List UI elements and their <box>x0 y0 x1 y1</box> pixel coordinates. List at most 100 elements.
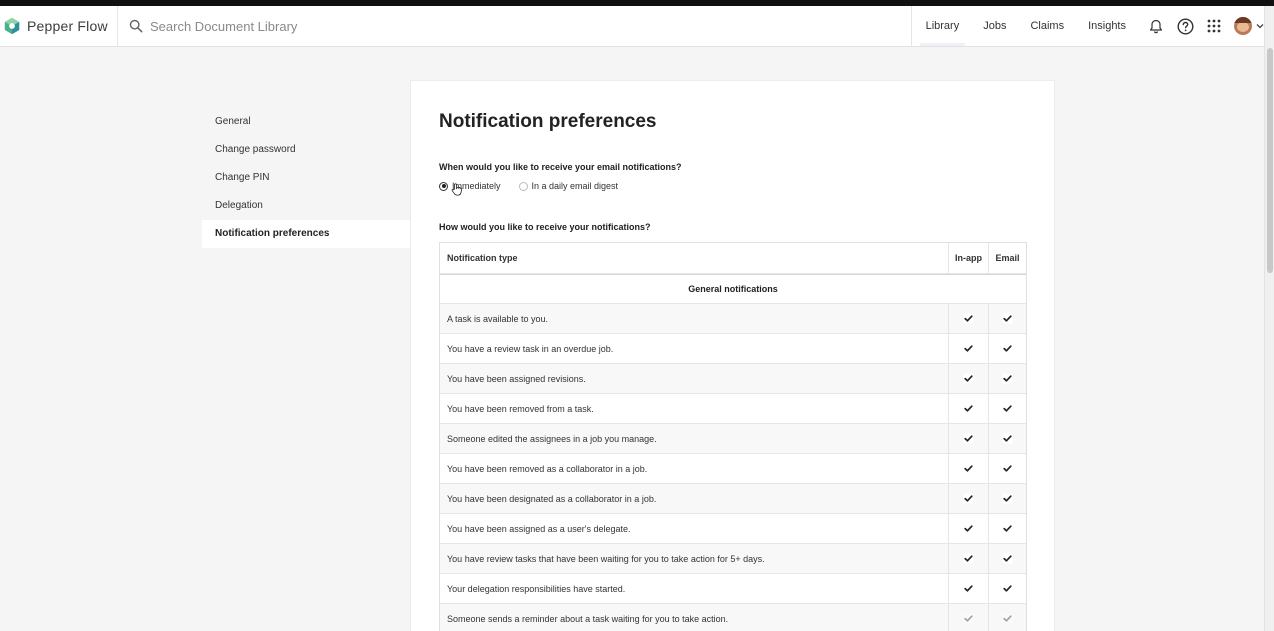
notification-type-text: You have been assigned as a user's deleg… <box>447 523 631 534</box>
table-row: Someone sends a reminder about a task wa… <box>440 604 1026 631</box>
notification-type-text: You have a review task in an overdue job… <box>447 343 614 354</box>
email-checkbox-cell <box>988 604 1026 631</box>
notification-type-text: Someone sends a reminder about a task wa… <box>447 613 729 624</box>
notification-type-text: You have been removed from a task. <box>447 403 594 414</box>
email-checkbox[interactable] <box>1002 583 1013 594</box>
header-in-app: In-app <box>948 243 988 273</box>
email-checkbox-cell <box>988 304 1026 333</box>
in-app-checkbox-cell <box>948 454 988 483</box>
top-header: Pepper Flow Library Jobs Claims Insights <box>0 6 1264 47</box>
nav-jobs[interactable]: Jobs <box>983 6 1006 46</box>
email-checkbox[interactable] <box>1002 523 1013 534</box>
notifications-button[interactable] <box>1147 17 1165 35</box>
apps-button[interactable] <box>1205 17 1223 35</box>
email-checkbox[interactable] <box>1002 463 1013 474</box>
user-menu[interactable] <box>1234 17 1264 35</box>
in-app-checkbox-cell <box>948 304 988 333</box>
email-checkbox[interactable] <box>1002 433 1013 444</box>
email-checkbox[interactable] <box>1002 493 1013 504</box>
sidebar-item-general[interactable]: General <box>202 108 410 136</box>
email-checkbox[interactable] <box>1002 313 1013 324</box>
in-app-checkbox[interactable] <box>963 373 974 384</box>
search-icon <box>129 19 143 33</box>
help-button[interactable] <box>1176 17 1194 35</box>
radio-immediately-control[interactable] <box>439 181 448 191</box>
notification-type-text: You have been assigned revisions. <box>447 373 586 384</box>
in-app-checkbox[interactable] <box>963 403 974 414</box>
email-checkbox[interactable] <box>1002 553 1013 564</box>
notification-type-text: A task is available to you. <box>447 313 549 324</box>
help-icon <box>1176 17 1194 35</box>
chevron-down-icon <box>1256 24 1264 29</box>
sidebar-item-change-password[interactable]: Change password <box>202 136 410 164</box>
table-row: You have been removed as a collaborator … <box>440 454 1026 484</box>
mouse-pointer-icon <box>451 183 463 196</box>
email-checkbox[interactable] <box>1002 613 1013 624</box>
notification-type-text: You have been designated as a collaborat… <box>447 493 657 504</box>
notification-type-text: You have been removed as a collaborator … <box>447 463 648 474</box>
nav-library-label: Library <box>925 20 960 32</box>
in-app-checkbox[interactable] <box>963 613 974 624</box>
in-app-checkbox-cell <box>948 514 988 543</box>
brand[interactable]: Pepper Flow <box>0 6 118 46</box>
email-checkbox[interactable] <box>1002 373 1013 384</box>
sidebar-item-notification-preferences[interactable]: Notification preferences <box>202 220 410 248</box>
in-app-checkbox[interactable] <box>963 463 974 474</box>
in-app-checkbox[interactable] <box>963 583 974 594</box>
radio-daily-digest-control[interactable] <box>518 181 528 191</box>
nav-jobs-label: Jobs <box>983 20 1007 32</box>
email-checkbox[interactable] <box>1002 403 1013 414</box>
settings-sidebar: General Change password Change PIN Deleg… <box>202 108 410 248</box>
sidebar-item-change-pin[interactable]: Change PIN <box>202 164 410 192</box>
sidebar-item-delegation[interactable]: Delegation <box>202 192 410 220</box>
in-app-checkbox-cell <box>948 424 988 453</box>
radio-daily-digest[interactable]: In a daily email digest <box>518 181 619 191</box>
bell-icon <box>1150 19 1162 33</box>
in-app-checkbox[interactable] <box>963 523 974 534</box>
email-checkbox-cell <box>988 514 1026 543</box>
brand-name: Pepper Flow <box>27 18 108 34</box>
table-row: A task is available to you. <box>440 304 1026 334</box>
notification-preferences-panel: Notification preferences When would you … <box>410 80 1055 631</box>
email-checkbox-cell <box>988 424 1026 453</box>
email-timing-options: Immediately In a daily email digest <box>439 181 636 191</box>
email-checkbox-cell <box>988 334 1026 363</box>
table-row: You have review tasks that have been wai… <box>440 544 1026 574</box>
table-row: You have a review task in an overdue job… <box>440 334 1026 364</box>
in-app-checkbox-cell <box>948 574 988 603</box>
in-app-checkbox[interactable] <box>963 343 974 354</box>
table-header-row: Notification type In-app Email <box>440 243 1026 274</box>
in-app-checkbox-cell <box>948 604 988 631</box>
nav-insights-label: Insights <box>1088 20 1126 32</box>
email-checkbox-cell <box>988 544 1026 573</box>
in-app-checkbox[interactable] <box>963 433 974 444</box>
nav-library[interactable]: Library <box>919 6 965 46</box>
email-checkbox-cell <box>988 394 1026 423</box>
table-row: You have been removed from a task. <box>440 394 1026 424</box>
radio-immediately[interactable]: Immediately <box>439 181 501 191</box>
scrollbar-thumb[interactable] <box>1267 48 1273 273</box>
page-title: Notification preferences <box>439 111 657 132</box>
radio-daily-digest-label: In a daily email digest <box>531 181 619 191</box>
apps-grid-icon <box>1207 19 1221 33</box>
search-bar[interactable] <box>118 6 912 46</box>
header-notification-type: Notification type <box>447 253 518 263</box>
email-checkbox[interactable] <box>1002 343 1013 354</box>
email-checkbox-cell <box>988 574 1026 603</box>
header-icons <box>1136 6 1264 46</box>
search-input[interactable] <box>150 18 450 34</box>
notification-type-text: You have review tasks that have been wai… <box>447 553 765 564</box>
in-app-checkbox[interactable] <box>963 313 974 324</box>
table-row: You have been assigned revisions. <box>440 364 1026 394</box>
nav-claims[interactable]: Claims <box>1030 6 1064 46</box>
in-app-checkbox-cell <box>948 484 988 513</box>
page-scrollbar[interactable] <box>1264 6 1274 631</box>
nav-insights[interactable]: Insights <box>1088 6 1126 46</box>
table-row: You have been assigned as a user's deleg… <box>440 514 1026 544</box>
in-app-checkbox-cell <box>948 364 988 393</box>
table-body: A task is available to you. You have a re… <box>440 304 1026 631</box>
avatar <box>1234 17 1252 35</box>
nav-claims-label: Claims <box>1030 20 1065 32</box>
in-app-checkbox[interactable] <box>963 553 974 564</box>
in-app-checkbox[interactable] <box>963 493 974 504</box>
